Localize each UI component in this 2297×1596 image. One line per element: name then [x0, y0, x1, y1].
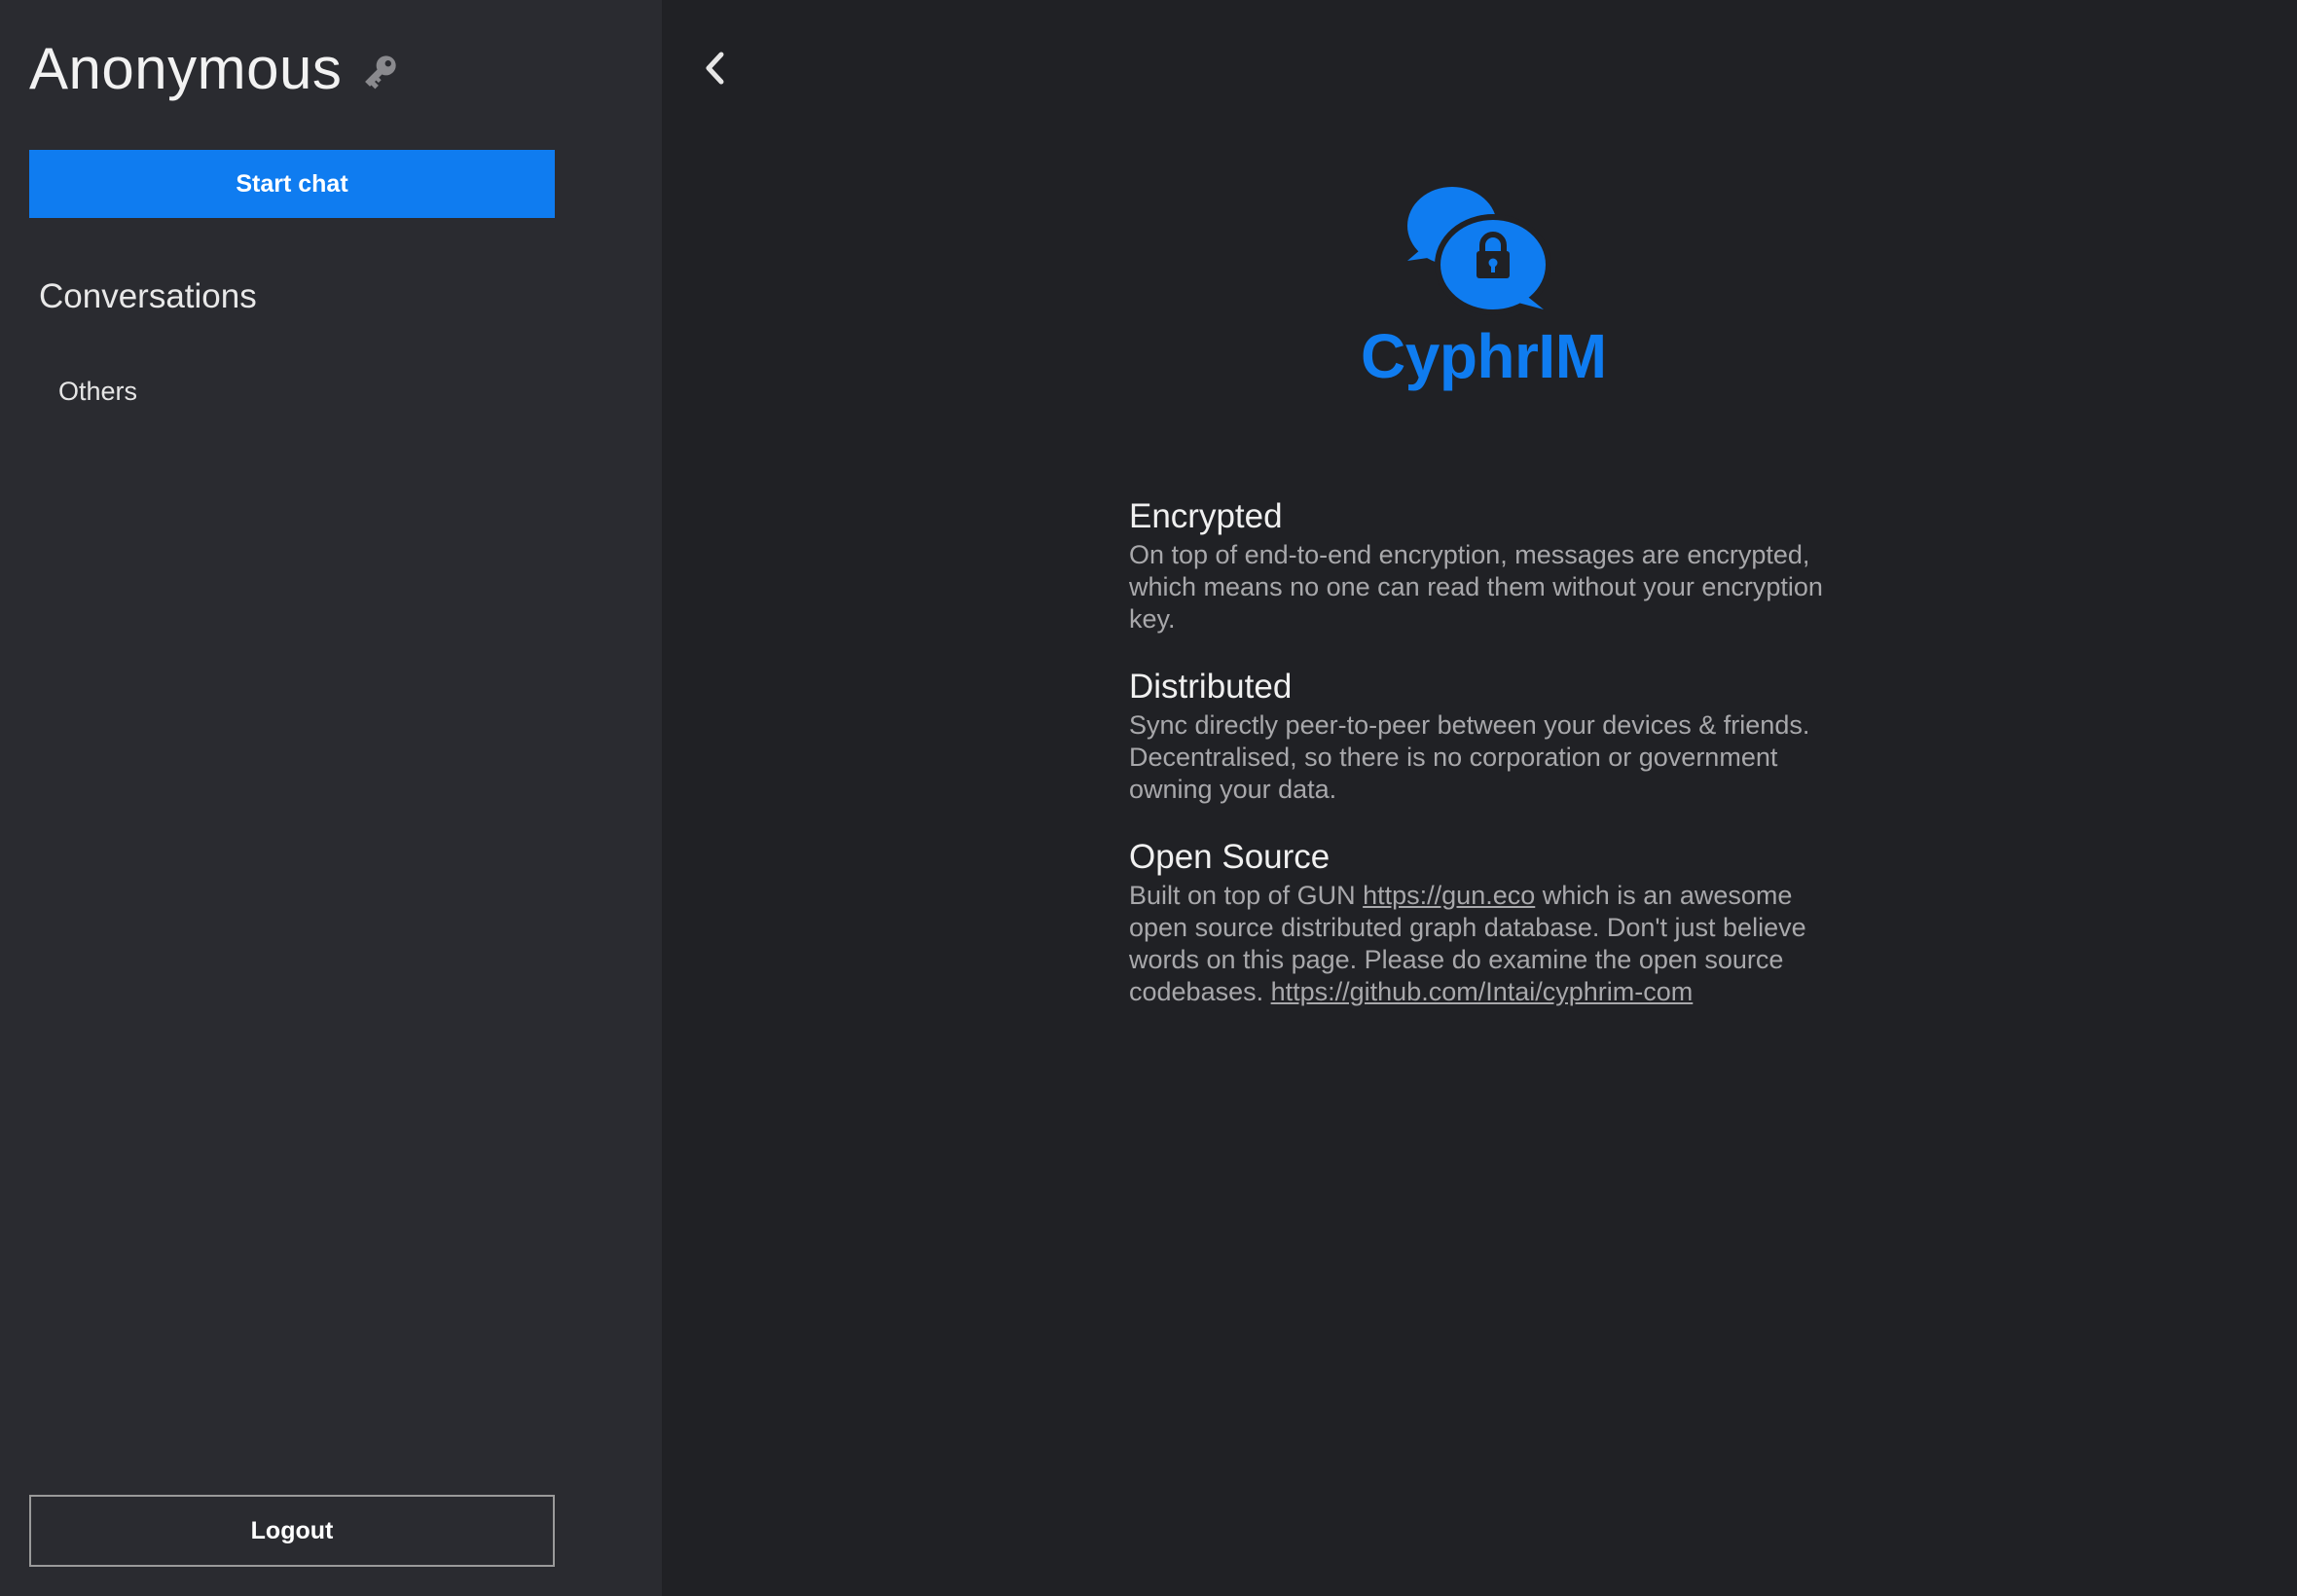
user-header: Anonymous — [29, 35, 402, 103]
gun-link[interactable]: https://gun.eco — [1363, 881, 1535, 910]
logout-button[interactable]: Logout — [29, 1495, 555, 1567]
feature-text-part: Built on top of GUN — [1129, 881, 1364, 910]
user-name: Anonymous — [29, 36, 343, 101]
feature-text: Built on top of GUN https://gun.eco whic… — [1129, 880, 1849, 1008]
back-button[interactable] — [693, 45, 736, 91]
chat-bubbles-lock-icon — [1407, 187, 1551, 315]
feature-distributed: Distributed Sync directly peer-to-peer b… — [1129, 665, 1849, 806]
features-list: Encrypted On top of end-to-end encryptio… — [1129, 494, 1849, 1037]
feature-text: Sync directly peer-to-peer between your … — [1129, 710, 1810, 804]
start-chat-button[interactable]: Start chat — [29, 150, 555, 218]
app-logo: CyphrIM — [1361, 185, 1607, 399]
sidebar: Anonymous Start chat Conversations Other… — [0, 0, 662, 1596]
key-icon[interactable] — [359, 50, 402, 92]
main-panel: CyphrIM Encrypted On top of end-to-end e… — [662, 0, 2297, 1596]
feature-open-source: Open Source Built on top of GUN https://… — [1129, 835, 1849, 1008]
feature-title: Encrypted — [1129, 497, 1283, 535]
chevron-left-icon — [706, 52, 724, 85]
feature-text: On top of end-to-end encryption, message… — [1129, 540, 1823, 634]
feature-title: Open Source — [1129, 838, 1331, 876]
feature-encrypted: Encrypted On top of end-to-end encryptio… — [1129, 494, 1849, 635]
github-link[interactable]: https://github.com/Intai/cyphrim-com — [1271, 977, 1694, 1006]
conversation-item-others[interactable]: Others — [58, 372, 137, 411]
conversations-heading: Conversations — [39, 277, 257, 315]
feature-title: Distributed — [1129, 668, 1293, 706]
app-logo-text: CyphrIM — [1361, 321, 1607, 391]
